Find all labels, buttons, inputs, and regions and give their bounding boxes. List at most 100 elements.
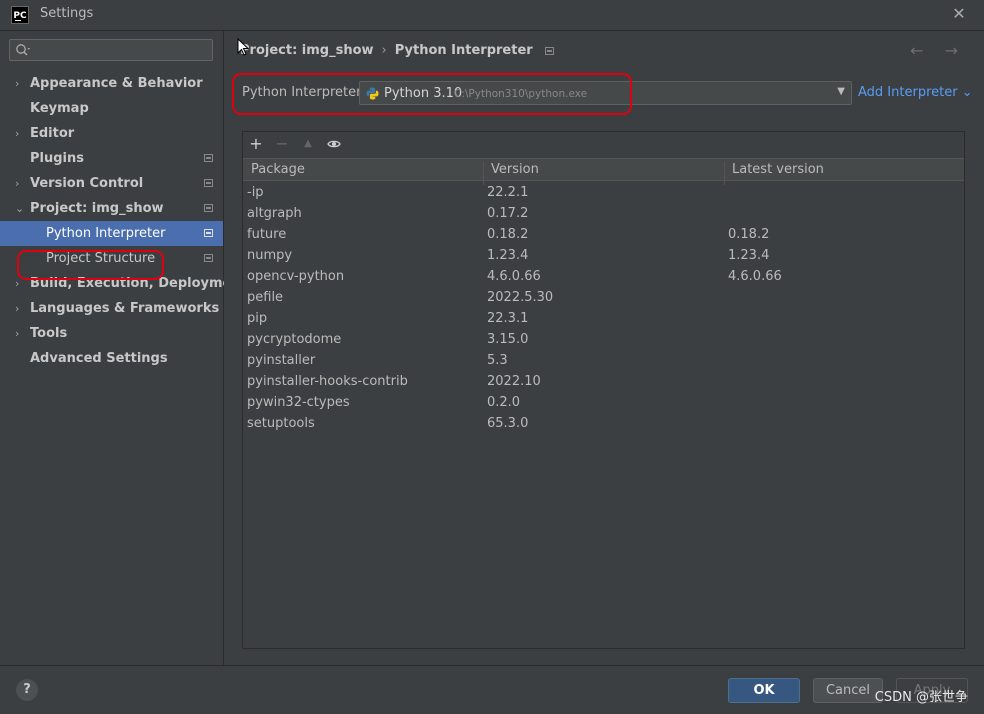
version-cell: 5.3 xyxy=(487,353,508,368)
sidebar-item-label: Tools xyxy=(30,326,68,341)
package-name-cell: setuptools xyxy=(247,416,315,431)
table-row[interactable]: pefile 2022.5.30 xyxy=(243,287,964,308)
sidebar-item-editor[interactable]: › Editor xyxy=(0,121,223,146)
cancel-button[interactable]: Cancel xyxy=(813,678,883,703)
ok-button[interactable]: OK xyxy=(728,678,800,703)
project-level-icon xyxy=(204,204,213,212)
sidebar-item-label: Appearance & Behavior xyxy=(30,76,203,91)
show-early-releases-button[interactable] xyxy=(325,135,343,153)
table-row[interactable]: pyinstaller 5.3 xyxy=(243,350,964,371)
package-name-cell: -ip xyxy=(247,185,264,200)
package-name-cell: pyinstaller-hooks-contrib xyxy=(247,374,408,389)
sidebar-item-label: Plugins xyxy=(30,151,84,166)
package-name-cell: numpy xyxy=(247,248,293,263)
collapsed-arrow-icon[interactable]: › xyxy=(15,321,25,346)
table-row[interactable]: altgraph 0.17.2 xyxy=(243,203,964,224)
help-button[interactable]: ? xyxy=(16,679,38,701)
sidebar-item-tools[interactable]: › Tools xyxy=(0,321,223,346)
main-panel: Project: img_show › Python Interpreter ← →… xyxy=(224,31,984,665)
table-row[interactable]: pip 22.3.1 xyxy=(243,308,964,329)
table-row[interactable]: pywin32-ctypes 0.2.0 xyxy=(243,392,964,413)
sidebar-item-label: Project Structure xyxy=(46,251,156,266)
column-header-package[interactable]: Package xyxy=(251,162,305,177)
table-row[interactable]: -ip 22.2.1 xyxy=(243,182,964,203)
sidebar-item-label: Version Control xyxy=(30,176,144,191)
sidebar-item-build-execution-deployment[interactable]: › Build, Execution, Deployment xyxy=(0,271,247,296)
add-package-button[interactable]: + xyxy=(247,135,265,153)
version-cell: 2022.10 xyxy=(487,374,541,389)
version-cell: 65.3.0 xyxy=(487,416,529,431)
sidebar-item-project-img-show[interactable]: ⌄ Project: img_show xyxy=(0,196,223,221)
upgrade-package-button[interactable]: ▲ xyxy=(299,135,317,153)
column-header-version[interactable]: Version xyxy=(491,162,539,177)
packages-panel: + − ▲ Package Version Latest version -ip… xyxy=(242,131,965,649)
window-title: Settings xyxy=(40,6,94,21)
table-row[interactable]: future 0.18.2 0.18.2 xyxy=(243,224,964,245)
table-header: Package Version Latest version xyxy=(243,158,964,185)
version-cell: 22.3.1 xyxy=(487,311,529,326)
remove-package-button[interactable]: − xyxy=(273,135,291,153)
project-level-icon xyxy=(544,46,554,55)
collapsed-arrow-icon[interactable]: › xyxy=(15,171,25,196)
breadcrumb-separator: › xyxy=(381,43,387,58)
sidebar-item-python-interpreter[interactable]: Python Interpreter xyxy=(0,221,223,246)
sidebar-item-languages-frameworks[interactable]: › Languages & Frameworks xyxy=(0,296,223,321)
interpreter-row: Python Interpreter: Python 3.10 C:\Pytho… xyxy=(242,81,973,105)
packages-toolbar: + − ▲ xyxy=(243,132,964,158)
settings-sidebar: › Appearance & Behavior Keymap › Editor Plugi… xyxy=(0,31,247,665)
packages-table[interactable]: Package Version Latest version -ip 22.2.1… xyxy=(243,158,964,648)
sidebar-item-project-structure[interactable]: Project Structure xyxy=(0,246,223,271)
latest-version-cell: 4.6.0.66 xyxy=(728,269,782,284)
sidebar-item-version-control[interactable]: › Version Control xyxy=(0,171,223,196)
version-cell: 4.6.0.66 xyxy=(487,269,541,284)
package-name-cell: pycryptodome xyxy=(247,332,342,347)
project-level-icon xyxy=(204,254,213,262)
table-row[interactable]: opencv-python 4.6.0.66 4.6.0.66 xyxy=(243,266,964,287)
collapsed-arrow-icon[interactable]: › xyxy=(15,296,25,321)
version-cell: 2022.5.30 xyxy=(487,290,554,305)
project-level-icon xyxy=(204,154,213,162)
table-row[interactable]: setuptools 65.3.0 xyxy=(243,413,964,434)
sidebar-item-label: Project: img_show xyxy=(30,201,164,216)
search-field[interactable] xyxy=(9,39,213,61)
version-cell: 0.18.2 xyxy=(487,227,529,242)
sidebar-item-label: Build, Execution, Deployment xyxy=(30,276,247,291)
close-button[interactable]: ✕ xyxy=(948,3,970,25)
collapsed-arrow-icon[interactable]: › xyxy=(15,121,25,146)
back-forward-arrows[interactable]: ← → xyxy=(910,41,966,60)
column-header-latest-version[interactable]: Latest version xyxy=(732,162,824,177)
expanded-arrow-icon[interactable]: ⌄ xyxy=(15,196,25,221)
watermark: CSDN @张世争 xyxy=(874,690,968,705)
project-level-icon xyxy=(204,229,213,237)
package-name-cell: altgraph xyxy=(247,206,302,221)
dropdown-arrow-icon[interactable]: ▼ xyxy=(837,86,845,97)
title-bar: PC Settings ✕ xyxy=(0,0,984,31)
collapsed-arrow-icon[interactable]: › xyxy=(15,71,25,96)
collapsed-arrow-icon[interactable]: › xyxy=(15,271,25,296)
package-name-cell: pyinstaller xyxy=(247,353,316,368)
settings-nav: › Appearance & Behavior Keymap › Editor Plugi… xyxy=(0,71,247,371)
sidebar-item-label: Keymap xyxy=(30,101,89,116)
package-name-cell: future xyxy=(247,227,287,242)
version-cell: 0.17.2 xyxy=(487,206,529,221)
breadcrumb-project[interactable]: Project: img_show xyxy=(240,43,374,58)
sidebar-item-advanced-settings[interactable]: Advanced Settings xyxy=(0,346,223,371)
project-level-icon xyxy=(204,179,213,187)
package-name-cell: pefile xyxy=(247,290,284,305)
sidebar-item-plugins[interactable]: Plugins xyxy=(0,146,223,171)
version-cell: 3.15.0 xyxy=(487,332,529,347)
search-input[interactable] xyxy=(36,42,210,60)
table-row[interactable]: pyinstaller-hooks-contrib 2022.10 xyxy=(243,371,964,392)
interpreter-dropdown[interactable]: Python 3.10 C:\Python310\python.exe ▼ xyxy=(359,81,852,105)
table-row[interactable]: numpy 1.23.4 1.23.4 xyxy=(243,245,964,266)
version-cell: 22.2.1 xyxy=(487,185,529,200)
table-body: -ip 22.2.1 altgraph 0.17.2 future 0.18.2 0.18.… xyxy=(243,182,964,434)
breadcrumb: Project: img_show › Python Interpreter xyxy=(240,43,554,58)
dialog-footer: ? OK Cancel Apply CSDN @张世争 xyxy=(0,665,984,714)
add-interpreter-link[interactable]: Add Interpreter ⌄ xyxy=(858,85,973,100)
latest-version-cell: 1.23.4 xyxy=(728,248,770,263)
table-row[interactable]: pycryptodome 3.15.0 xyxy=(243,329,964,350)
sidebar-item-appearance-behavior[interactable]: › Appearance & Behavior xyxy=(0,71,223,96)
latest-version-cell: 0.18.2 xyxy=(728,227,770,242)
sidebar-item-keymap[interactable]: Keymap xyxy=(0,96,223,121)
